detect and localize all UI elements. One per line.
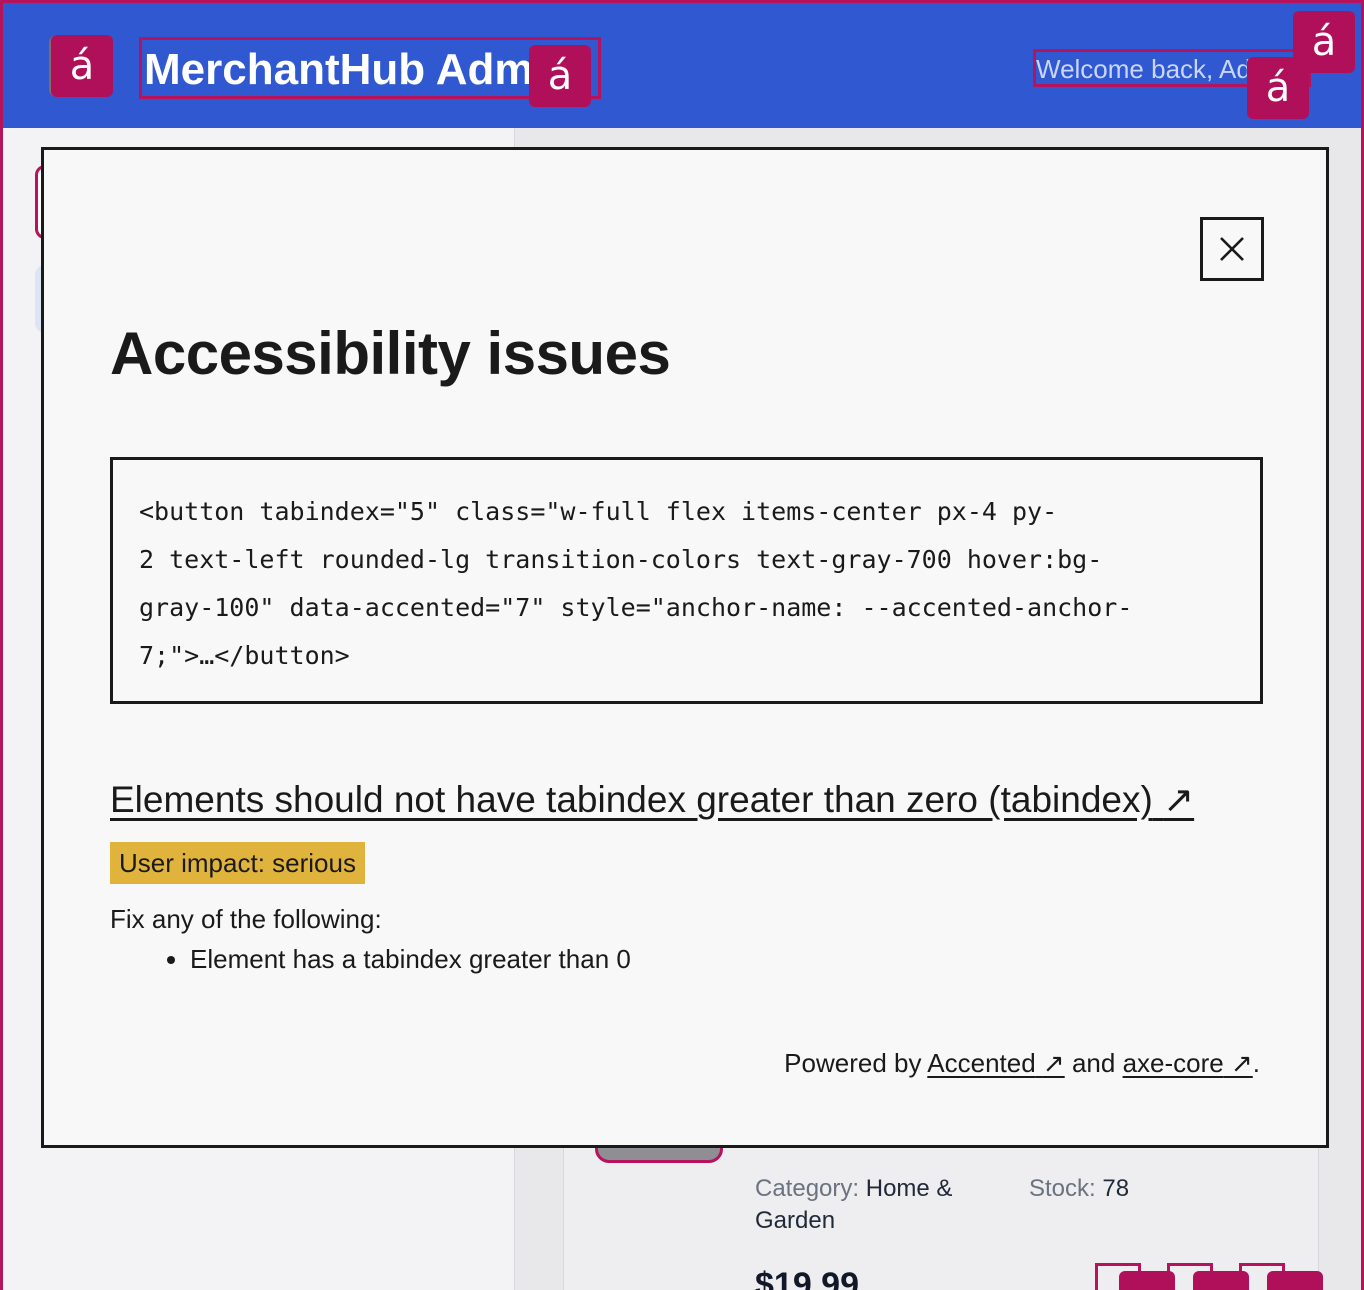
product-price: $19.99 <box>755 1266 859 1290</box>
product-stock: Stock: 78 <box>1029 1173 1229 1205</box>
accented-link[interactable]: Accented ↗ <box>927 1048 1064 1078</box>
marker-glyph: á <box>1311 19 1337 65</box>
close-icon <box>1220 237 1244 261</box>
accessibility-marker-icon[interactable]: á <box>529 45 591 107</box>
element-html: <button tabindex="5" class="w-full flex … <box>139 497 1133 670</box>
dialog-title: Accessibility issues <box>110 320 671 387</box>
element-code-block: <button tabindex="5" class="w-full flex … <box>110 457 1263 704</box>
category-label: Category: <box>755 1175 860 1202</box>
external-link-icon: ↗ <box>1163 779 1195 820</box>
app-header: á MerchantHub Admin á Welcome back, Admi… <box>3 3 1361 128</box>
marker-glyph: á <box>547 53 573 99</box>
accessibility-marker-icon[interactable]: á <box>1247 57 1309 119</box>
external-link-icon: ↗ <box>1230 1048 1253 1078</box>
fix-heading: Fix any of the following: <box>110 904 382 934</box>
rule-help-link[interactable]: Elements should not have tabindex greate… <box>110 776 1194 824</box>
rule-title: Elements should not have tabindex greate… <box>110 779 1153 820</box>
accessibility-marker-icon[interactable]: á <box>51 35 113 97</box>
fix-list: Element has a tabindex greater than 0 <box>190 942 631 976</box>
marker-glyph: á <box>1265 65 1291 111</box>
accented-link-label: Accented <box>927 1048 1036 1078</box>
close-button[interactable] <box>1200 217 1264 281</box>
accessibility-marker-icon[interactable] <box>1119 1271 1175 1290</box>
product-category: Category: Home & Garden <box>755 1173 995 1237</box>
axe-core-link-label: axe-core <box>1122 1048 1224 1078</box>
stock-value: 78 <box>1102 1175 1130 1202</box>
accessibility-marker-icon[interactable] <box>1193 1271 1249 1290</box>
accessibility-marker-icon[interactable] <box>1267 1271 1323 1290</box>
dialog-footer: Powered by Accented ↗ and axe-core ↗. <box>784 1046 1260 1080</box>
footer-conjunction: and <box>1071 1048 1116 1078</box>
axe-core-link[interactable]: axe-core ↗ <box>1123 1048 1253 1078</box>
list-item: Element has a tabindex greater than 0 <box>190 942 631 976</box>
external-link-icon: ↗ <box>1042 1048 1065 1078</box>
accessibility-issues-dialog: Accessibility issues <button tabindex="5… <box>41 147 1329 1148</box>
marker-glyph: á <box>69 43 95 89</box>
footer-suffix: . <box>1252 1048 1260 1078</box>
user-impact-badge: User impact: serious <box>110 842 365 884</box>
stock-label: Stock: <box>1029 1175 1096 1202</box>
footer-prefix: Powered by <box>784 1048 922 1078</box>
page: á MerchantHub Admin á Welcome back, Admi… <box>0 0 1364 1290</box>
